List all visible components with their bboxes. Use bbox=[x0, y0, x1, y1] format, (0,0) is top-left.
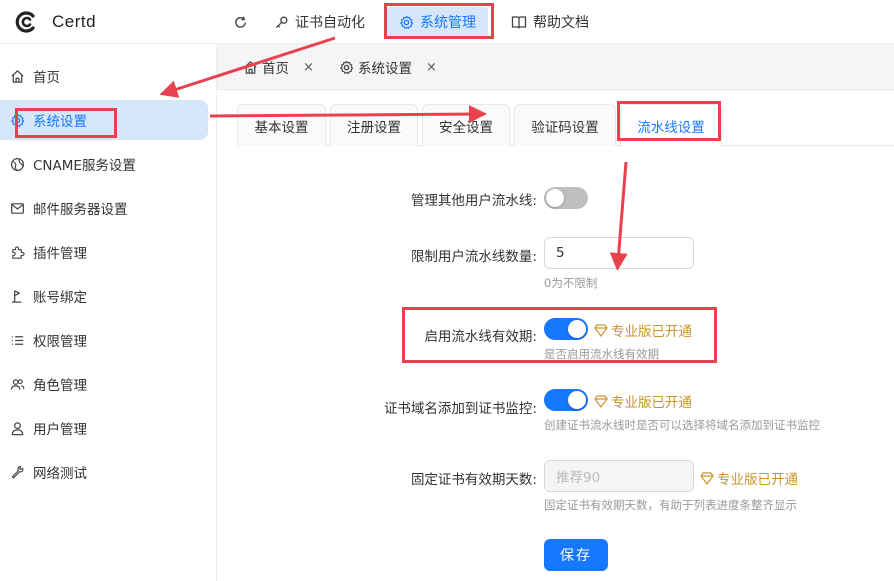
sidebar-item-roles[interactable]: 角色管理 bbox=[0, 364, 208, 404]
puzzle-icon bbox=[12, 245, 25, 259]
sidebar-item-label: 系统设置 bbox=[33, 114, 87, 130]
sidebar-item-label: 用户管理 bbox=[33, 422, 87, 438]
sidebar-item-label: 角色管理 bbox=[33, 378, 87, 394]
page-tab-system-settings[interactable]: 系统设置 × bbox=[339, 44, 437, 90]
refresh-icon bbox=[235, 15, 246, 28]
wrench-icon bbox=[11, 465, 24, 478]
tab-captcha-settings[interactable]: 验证码设置 bbox=[514, 104, 616, 146]
enable-validity-switch[interactable] bbox=[544, 318, 588, 340]
sidebar-item-label: 账号绑定 bbox=[33, 290, 87, 306]
limit-count-input[interactable]: 5 bbox=[544, 237, 694, 269]
key-icon bbox=[275, 15, 288, 28]
certd-logo-icon bbox=[15, 11, 35, 33]
book-icon bbox=[511, 15, 527, 29]
list-icon bbox=[11, 335, 24, 345]
switch-knob bbox=[568, 391, 586, 409]
manage-others-switch[interactable] bbox=[544, 187, 588, 209]
sidebar-item-home[interactable]: 首页 bbox=[0, 56, 208, 96]
app-logo[interactable]: Certd bbox=[14, 10, 96, 34]
fixed-days-input[interactable]: 推荐90 bbox=[544, 460, 694, 492]
user-icon bbox=[11, 421, 24, 435]
tab-security-settings[interactable]: 安全设置 bbox=[422, 104, 510, 146]
main-content: 基本设置 注册设置 安全设置 验证码设置 流水线设置 管理其他用户流水线: 限制… bbox=[217, 90, 894, 581]
refresh-button[interactable] bbox=[233, 0, 254, 44]
limit-count-label: 限制用户流水线数量: bbox=[410, 249, 537, 265]
pro-badge: 专业版已开通 bbox=[700, 468, 798, 488]
sidebar-item-account-binding[interactable]: 账号绑定 bbox=[0, 276, 208, 316]
users-icon bbox=[10, 378, 25, 390]
top-nav-label: 证书自动化 bbox=[295, 15, 365, 31]
enable-validity-help: 是否启用流水线有效期 bbox=[544, 347, 659, 361]
sidebar-item-mail-server[interactable]: 邮件服务器设置 bbox=[0, 188, 208, 228]
top-nav-label: 系统管理 bbox=[420, 15, 476, 31]
diamond-icon bbox=[594, 394, 608, 408]
sidebar-item-label: CNAME服务设置 bbox=[33, 158, 136, 174]
sidebar-item-plugins[interactable]: 插件管理 bbox=[0, 232, 208, 272]
manage-others-label: 管理其他用户流水线: bbox=[410, 193, 537, 209]
close-icon[interactable]: × bbox=[426, 60, 437, 75]
tab-pipeline-settings[interactable]: 流水线设置 bbox=[620, 104, 722, 147]
top-nav-cert-automation[interactable]: 证书自动化 bbox=[274, 0, 365, 44]
page-tab-home[interactable]: 首页 × bbox=[243, 44, 314, 90]
top-nav-label: 帮助文档 bbox=[533, 15, 589, 31]
fixed-days-label: 固定证书有效期天数: bbox=[410, 472, 537, 488]
page-tab-label: 首页 bbox=[262, 61, 289, 77]
top-nav-help-docs[interactable]: 帮助文档 bbox=[511, 0, 589, 44]
save-button[interactable]: 保存 bbox=[544, 539, 608, 571]
top-nav-system-management[interactable]: 系统管理 bbox=[387, 7, 488, 37]
gear-icon bbox=[340, 60, 354, 74]
sidebar-item-system-settings[interactable]: 系统设置 bbox=[0, 100, 208, 140]
home-icon bbox=[244, 60, 257, 74]
sidebar: 首页 系统设置 CNAME服务设置 邮件服务器设置 插件管理 账号绑定 权限管理… bbox=[0, 44, 217, 581]
app-name: Certd bbox=[52, 12, 97, 31]
sidebar-item-label: 首页 bbox=[33, 70, 60, 86]
limit-count-help: 0为不限制 bbox=[544, 276, 598, 290]
add-monitor-help: 创建证书流水线时是否可以选择将域名添加到证书监控 bbox=[544, 418, 820, 432]
sidebar-item-permissions[interactable]: 权限管理 bbox=[0, 320, 208, 360]
pro-badge: 专业版已开通 bbox=[594, 320, 692, 340]
sidebar-item-label: 网络测试 bbox=[33, 466, 87, 482]
add-monitor-switch[interactable] bbox=[544, 389, 588, 411]
close-icon[interactable]: × bbox=[303, 60, 314, 75]
gear-icon bbox=[400, 15, 414, 29]
sidebar-item-cname[interactable]: CNAME服务设置 bbox=[0, 144, 208, 184]
mail-icon bbox=[11, 202, 24, 214]
pro-badge: 专业版已开通 bbox=[594, 391, 692, 411]
settings-tabs: 基本设置 注册设置 安全设置 验证码设置 流水线设置 bbox=[237, 104, 894, 147]
sidebar-item-label: 插件管理 bbox=[33, 246, 87, 262]
app-header: Certd 证书自动化 系统管理 帮助文档 bbox=[0, 0, 894, 44]
page-tab-label: 系统设置 bbox=[358, 61, 412, 77]
tab-basic-settings[interactable]: 基本设置 bbox=[237, 104, 326, 146]
diamond-icon bbox=[594, 323, 608, 337]
pro-badge-label: 专业版已开通 bbox=[611, 324, 692, 340]
globe-icon bbox=[10, 157, 25, 171]
switch-knob bbox=[546, 189, 564, 207]
sidebar-item-label: 权限管理 bbox=[33, 334, 87, 350]
flag-icon bbox=[11, 289, 22, 303]
page-tabs-bar: 首页 × 系统设置 × bbox=[217, 44, 894, 90]
tab-register-settings[interactable]: 注册设置 bbox=[330, 104, 418, 146]
gear-icon bbox=[11, 113, 25, 127]
sidebar-item-label: 邮件服务器设置 bbox=[33, 202, 128, 218]
pro-badge-label: 专业版已开通 bbox=[717, 472, 798, 488]
sidebar-item-network-test[interactable]: 网络测试 bbox=[0, 452, 208, 492]
fixed-days-help: 固定证书有效期天数，有助于列表进度条整齐显示 bbox=[544, 498, 797, 512]
pro-badge-label: 专业版已开通 bbox=[611, 395, 692, 411]
home-icon bbox=[11, 69, 24, 83]
diamond-icon bbox=[700, 471, 714, 485]
sidebar-item-users[interactable]: 用户管理 bbox=[0, 408, 208, 448]
switch-knob bbox=[568, 320, 586, 338]
add-monitor-label: 证书域名添加到证书监控: bbox=[383, 401, 537, 417]
enable-validity-label: 启用流水线有效期: bbox=[424, 329, 537, 345]
